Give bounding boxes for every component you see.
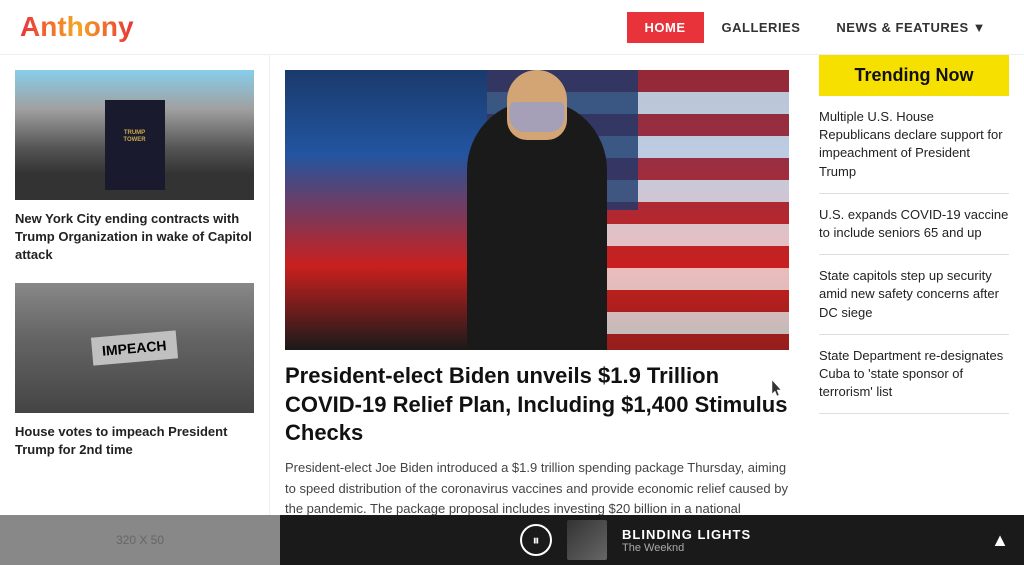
nav-galleries[interactable]: GALLERIES <box>704 12 819 43</box>
sidebar-card-2[interactable]: IMPEACH House votes to impeach President… <box>15 283 254 459</box>
main-article-image <box>285 70 789 350</box>
sidebar-title-2: House votes to impeach President Trump f… <box>15 423 254 459</box>
ad-label: 320 X 50 <box>116 533 164 547</box>
trending-item-3[interactable]: State capitols step up security amid new… <box>819 255 1009 335</box>
logo[interactable]: Anthony <box>20 11 134 43</box>
nav-news-features[interactable]: NEWS & FEATURES ▼ <box>818 12 1004 43</box>
sidebar-title-1: New York City ending contracts with Trum… <box>15 210 254 265</box>
sidebar-card-1[interactable]: New York City ending contracts with Trum… <box>15 70 254 265</box>
trending-item-1[interactable]: Multiple U.S. House Republicans declare … <box>819 96 1009 194</box>
player-thumbnail <box>567 520 607 560</box>
trump-tower-image <box>15 70 254 200</box>
center-content: President-elect Biden unveils $1.9 Trill… <box>270 55 804 515</box>
nav-home[interactable]: HOME <box>627 12 704 43</box>
player-ad: 320 X 50 <box>0 515 280 565</box>
mask-graphic <box>510 102 565 132</box>
impeach-sign: IMPEACH <box>91 330 178 365</box>
nav: HOME GALLERIES NEWS & FEATURES ▼ <box>627 12 1005 43</box>
artist-name: The Weeknd <box>622 542 751 554</box>
player-controls: ⏸ BLINDING LIGHTS The Weeknd <box>280 520 991 560</box>
chevron-down-icon: ▼ <box>973 20 986 35</box>
pause-button[interactable]: ⏸ <box>520 524 552 556</box>
track-name: BLINDING LIGHTS <box>622 527 751 542</box>
left-sidebar: New York City ending contracts with Trum… <box>0 55 270 515</box>
main-headline: President-elect Biden unveils $1.9 Trill… <box>285 362 789 448</box>
header: Anthony HOME GALLERIES NEWS & FEATURES ▼ <box>0 0 1024 55</box>
trending-header: Trending Now <box>819 55 1009 96</box>
main-layout: New York City ending contracts with Trum… <box>0 55 1024 515</box>
right-sidebar: Trending Now Multiple U.S. House Republi… <box>804 55 1024 515</box>
player-bar: 320 X 50 ⏸ BLINDING LIGHTS The Weeknd ▲ <box>0 515 1024 565</box>
trending-item-2[interactable]: U.S. expands COVID-19 vaccine to include… <box>819 194 1009 255</box>
building-graphic <box>105 100 165 190</box>
player-info: BLINDING LIGHTS The Weeknd <box>622 527 751 554</box>
trending-item-4[interactable]: State Department re-designates Cuba to '… <box>819 335 1009 415</box>
expand-button[interactable]: ▲ <box>991 530 1009 551</box>
impeach-image: IMPEACH <box>15 283 254 413</box>
main-body: President-elect Joe Biden introduced a $… <box>285 458 789 515</box>
pause-icon: ⏸ <box>533 532 540 549</box>
